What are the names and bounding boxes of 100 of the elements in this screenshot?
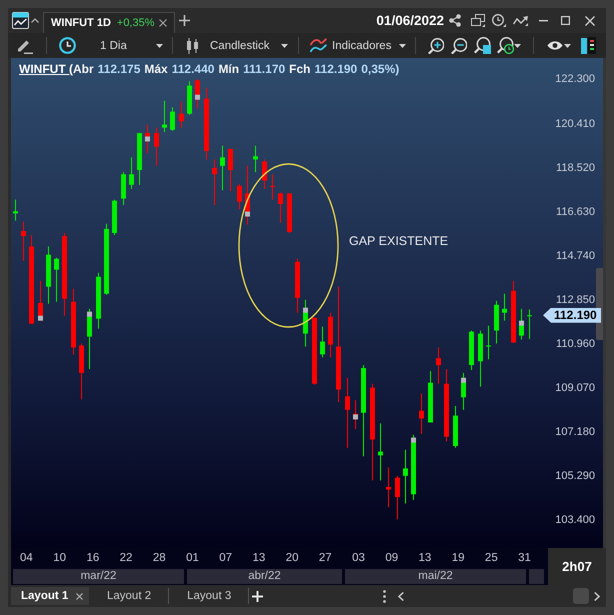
falling-candle <box>511 280 516 343</box>
date-label: 01 <box>185 551 200 566</box>
month-band: mar/22 <box>13 569 184 584</box>
chevron-left-icon[interactable] <box>398 592 404 600</box>
chart-tab[interactable]: WINFUT 1D +0,35% <box>43 12 175 33</box>
color-bars-icon[interactable] <box>581 37 596 54</box>
chart-type-dropdown[interactable]: Candlestick <box>204 36 288 56</box>
square-marker-icon <box>461 378 466 383</box>
rising-candle <box>478 330 483 387</box>
rising-candle <box>320 326 325 358</box>
date-label: 19 <box>450 551 466 566</box>
pencil-icon[interactable] <box>16 38 33 54</box>
period-dropdown[interactable]: 1 Dia <box>80 36 166 56</box>
close-icon[interactable] <box>585 16 595 26</box>
price-label: 105.290 <box>554 469 595 484</box>
price-label: 110.960 <box>555 336 595 351</box>
price-label: 116.630 <box>555 204 595 219</box>
rising-candle <box>469 330 474 370</box>
rising-candle <box>453 406 458 448</box>
close-icon[interactable] <box>159 19 167 27</box>
indicator-lines-icon[interactable] <box>310 38 327 53</box>
last-price-tag: 112.190 <box>543 308 601 323</box>
legend-label: Máx <box>144 61 168 77</box>
rising-candle <box>112 200 117 236</box>
trend-icon[interactable] <box>513 16 528 26</box>
plus-icon[interactable] <box>179 15 190 26</box>
legend-value: 112.190 <box>314 61 358 77</box>
price-label: 112.850 <box>555 292 595 307</box>
zoom-area-icon[interactable] <box>474 37 491 54</box>
month-band: mai/22 <box>345 569 526 584</box>
zoom-in-icon[interactable] <box>428 38 444 54</box>
legend-label: Fch <box>289 61 311 77</box>
caret-icon <box>156 44 163 48</box>
legend-value: 112.440 <box>172 61 214 77</box>
layout-tab[interactable]: Layout 3 <box>169 587 248 605</box>
date-label: 22 <box>118 551 134 566</box>
price-label: 114.740 <box>555 248 595 263</box>
clock-icon[interactable] <box>59 37 76 54</box>
maximize-icon[interactable] <box>561 16 570 25</box>
share-icon[interactable] <box>449 14 461 27</box>
price-label: 120.410 <box>554 116 595 131</box>
square-marker-icon <box>87 312 92 317</box>
caret-icon <box>399 44 406 48</box>
indicators-dropdown[interactable]: Indicadores <box>328 36 406 56</box>
date-label: 01/06/2022 <box>376 13 444 28</box>
date-label: 04 <box>19 551 34 566</box>
app-chart-icon[interactable] <box>12 12 29 29</box>
annotation-text: GAP EXISTENTE <box>349 233 448 249</box>
square-marker-icon <box>245 212 250 217</box>
square-marker-icon <box>411 438 416 443</box>
legend-label: Mín <box>218 61 240 77</box>
falling-candle <box>228 148 233 192</box>
price-label: 118.520 <box>555 160 595 175</box>
falling-candle <box>395 476 400 520</box>
caret-icon <box>514 44 521 48</box>
close-icon[interactable] <box>76 592 83 600</box>
windows-icon[interactable] <box>471 14 485 27</box>
rising-candle <box>104 224 109 295</box>
date-label: 28 <box>152 551 167 566</box>
falling-candle <box>262 159 267 190</box>
layout-tab[interactable]: Layout 2 <box>89 587 168 605</box>
falling-candle <box>278 192 283 223</box>
date-label: 03 <box>351 551 366 566</box>
falling-candle <box>287 193 292 233</box>
legend-label: Abr <box>72 61 94 77</box>
chevron-right-icon[interactable] <box>594 592 600 600</box>
plus-icon[interactable] <box>252 590 264 602</box>
square-marker-icon <box>195 94 200 100</box>
square-marker-icon <box>519 320 524 326</box>
falling-candle <box>79 344 84 400</box>
zoom-out-icon[interactable] <box>451 38 467 54</box>
price-label: 122.300 <box>554 72 595 86</box>
caret-icon <box>281 44 288 48</box>
caret-icon <box>564 44 571 48</box>
rising-candle <box>187 81 192 115</box>
eye-icon[interactable] <box>547 40 563 51</box>
symbol-link[interactable]: WINFUT ( <box>19 61 73 77</box>
layout-tab[interactable]: Layout 1 <box>11 587 89 605</box>
falling-candle <box>295 258 300 313</box>
minimize-icon[interactable] <box>539 20 548 22</box>
legend-change: 0,35%) <box>361 61 400 77</box>
candlestick-icon[interactable] <box>187 38 198 54</box>
legend-value: 112.175 <box>98 61 140 77</box>
zoom-time-icon[interactable] <box>497 37 514 54</box>
kebab-menu-icon[interactable] <box>383 590 386 602</box>
rising-candle <box>54 258 59 302</box>
price-label: 103.400 <box>554 513 595 528</box>
date-label: 09 <box>384 551 400 566</box>
date-label: 20 <box>284 551 300 566</box>
rising-candle <box>170 107 175 131</box>
price-label: 107.180 <box>554 425 595 440</box>
clock-icon[interactable] <box>492 14 506 27</box>
date-label: 13 <box>251 551 266 566</box>
month-band: abr/22 <box>187 569 342 584</box>
month-band <box>529 569 544 584</box>
date-label: 10 <box>52 551 68 566</box>
date-label: 31 <box>517 551 532 566</box>
caret-up-icon[interactable] <box>31 18 39 23</box>
falling-candle <box>312 318 317 385</box>
rising-candle <box>137 132 142 185</box>
